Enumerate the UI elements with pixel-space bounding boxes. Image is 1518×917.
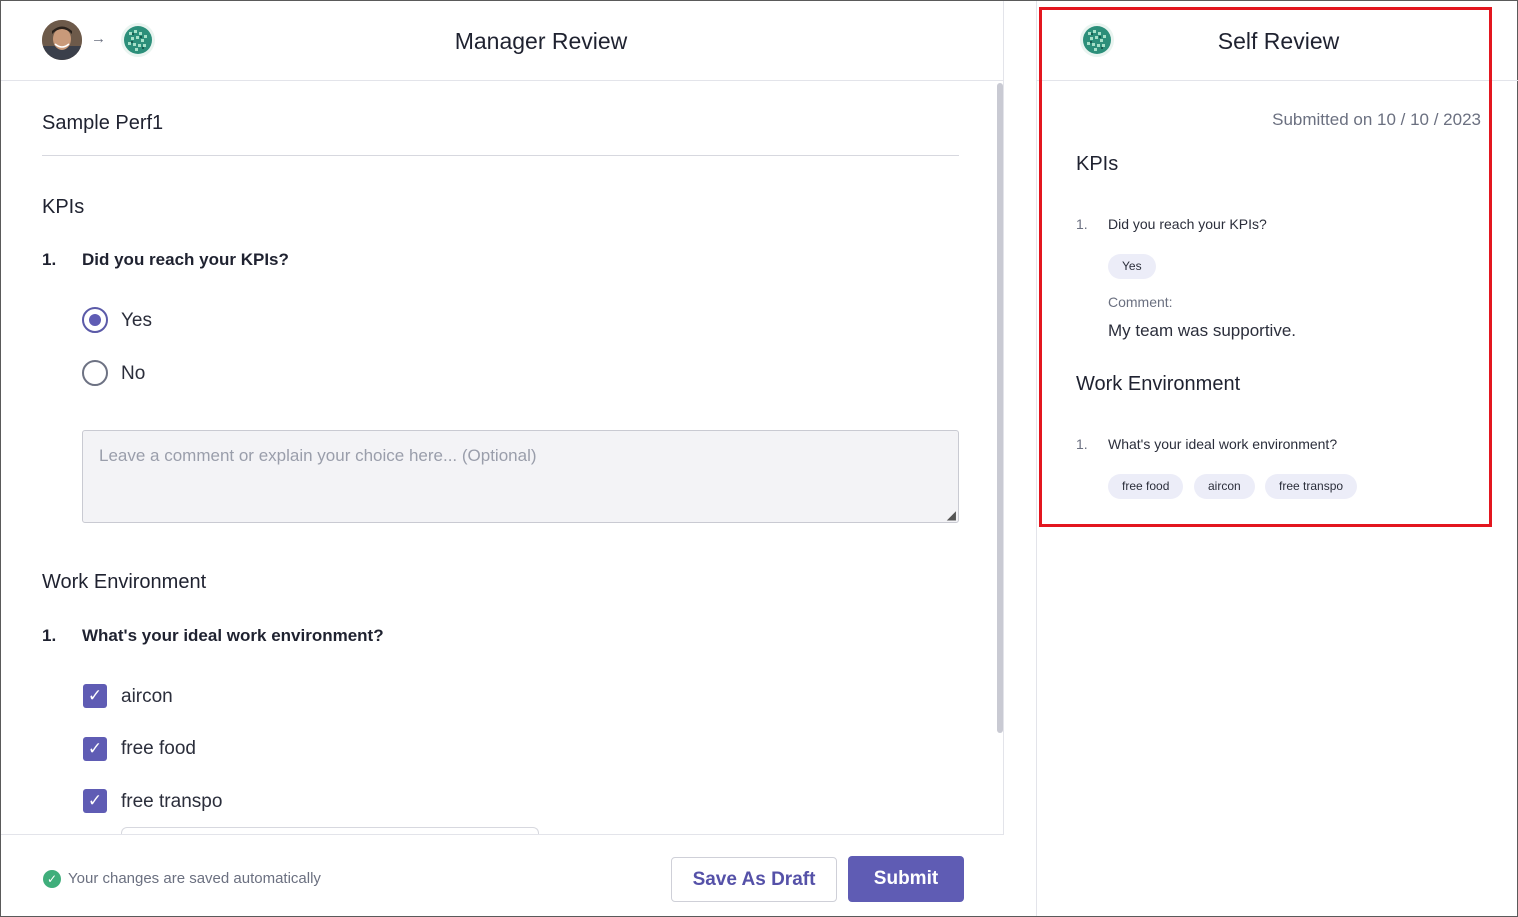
answer-pill: free transpo [1265,474,1358,499]
checkbox-aircon[interactable]: ✓ [83,684,107,708]
submitted-date: Submitted on 10 / 10 / 2023 [1272,110,1481,129]
self-question-number: 1. [1076,216,1088,232]
comment-textarea[interactable]: Leave a comment or explain your choice h… [82,430,959,523]
self-review-header: Self Review [1037,1,1518,81]
page-title: Manager Review [454,28,628,54]
resize-handle-icon[interactable]: ◢ [947,509,956,521]
self-question-text: Did you reach your KPIs? [1108,216,1267,232]
save-as-draft-button[interactable]: Save As Draft [671,857,837,902]
other-input[interactable] [121,827,539,834]
self-question-text: What's your ideal work environment? [1108,436,1338,452]
scrollbar[interactable] [997,83,1003,733]
comment-placeholder: Leave a comment or explain your choice h… [99,446,537,465]
check-circle-icon: ✓ [43,870,61,888]
section-heading-kpis: KPIs [42,196,85,218]
review-form: Sample Perf1 KPIs 1. Did you reach your … [1,82,1004,834]
self-section-heading-kpis: KPIs [1076,153,1119,175]
checkbox-label-free-food[interactable]: free food [121,738,196,760]
checkbox-free-transpo[interactable]: ✓ [83,789,107,813]
form-footer: ✓ Your changes are saved automatically S… [1,834,1004,916]
check-icon: ✓ [87,739,103,758]
check-icon: ✓ [87,686,103,705]
answer-pill: Yes [1108,254,1156,279]
question-text: What's your ideal work environment? [82,626,384,645]
answer-pill: aircon [1194,474,1255,499]
divider [42,155,959,156]
manager-review-panel: → Manager Review Sample Perf1 KPIs 1. Di… [1,1,1004,916]
check-icon: ✓ [87,791,103,810]
manager-review-header: → Manager Review [1,1,1004,81]
checkbox-free-food[interactable]: ✓ [83,737,107,761]
radio-label-no[interactable]: No [121,363,145,385]
question-text: Did you reach your KPIs? [82,250,289,269]
checkbox-label-free-transpo[interactable]: free transpo [121,791,222,813]
radio-yes[interactable] [82,307,108,333]
comment-text: My team was supportive. [1108,321,1297,340]
radio-label-yes[interactable]: Yes [121,310,152,332]
form-title: Sample Perf1 [42,112,164,134]
answer-pill: free food [1108,474,1184,499]
checkbox-label-aircon[interactable]: aircon [121,686,173,708]
radio-no[interactable] [82,360,108,386]
section-heading-work-environment: Work Environment [42,571,207,593]
question-number: 1. [42,626,57,645]
self-question-number: 1. [1076,436,1088,452]
self-review-panel: Self Review Submitted on 10 / 10 / 2023 … [1036,1,1518,916]
submit-button[interactable]: Submit [848,856,964,902]
comment-label: Comment: [1108,294,1173,310]
self-review-title: Self Review [1217,28,1340,54]
self-section-heading-work-environment: Work Environment [1076,373,1241,395]
question-number: 1. [42,250,57,269]
autosave-status: Your changes are saved automatically [68,870,321,887]
